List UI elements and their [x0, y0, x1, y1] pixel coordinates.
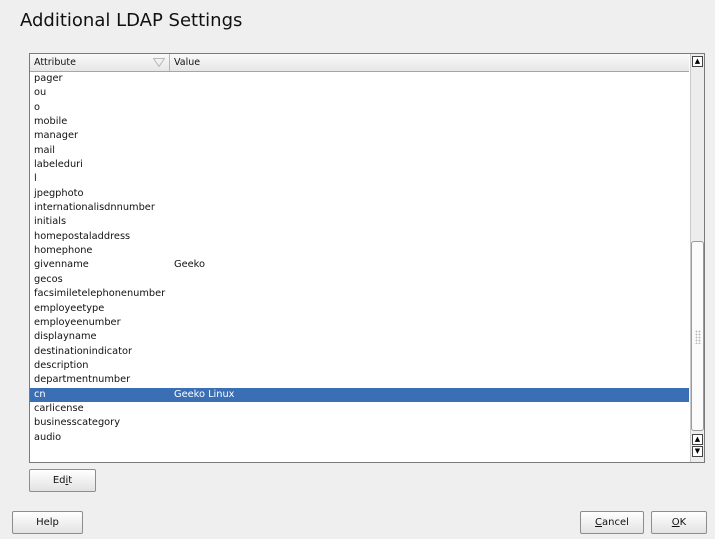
dialog-title: Additional LDAP Settings [20, 10, 243, 31]
column-header-attribute[interactable]: Attribute [30, 54, 170, 71]
attribute-cell: mail [34, 144, 55, 156]
edit-button[interactable]: Edit [29, 469, 96, 492]
attribute-cell: gecos [34, 273, 63, 285]
attribute-cell: displayname [34, 331, 97, 343]
table-row[interactable]: pager [30, 72, 689, 86]
table-row[interactable]: gecos [30, 273, 689, 287]
scroll-up-button-lower[interactable]: ▲ [692, 434, 703, 445]
table-row[interactable]: homephone [30, 244, 689, 258]
attribute-cell: ou [34, 87, 47, 99]
attribute-cell: o [34, 101, 40, 113]
attribute-cell: labeleduri [34, 159, 83, 171]
attribute-cell: departmentnumber [34, 374, 131, 386]
attribute-cell: givenname [34, 259, 89, 271]
attribute-cell: description [34, 359, 89, 371]
table-row[interactable]: labeleduri [30, 158, 689, 172]
column-header-value[interactable]: Value [170, 54, 689, 71]
table-body: pager ou o mobile manager mail labeleduri l jpeg… [30, 72, 689, 445]
table-row[interactable]: manager [30, 129, 689, 143]
table-row[interactable]: mail [30, 144, 689, 158]
ldap-attributes-table[interactable]: Attribute Value pager ou o mobile manager mai… [29, 53, 705, 463]
table-row[interactable]: mobile [30, 115, 689, 129]
attribute-cell: employeetype [34, 302, 105, 314]
table-row[interactable]: description [30, 359, 689, 373]
attribute-cell: internationalisdnnumber [34, 202, 155, 214]
attribute-cell: mobile [34, 116, 68, 128]
table-row[interactable]: departmentnumber [30, 373, 689, 387]
table-row[interactable]: givenname Geeko [30, 258, 689, 272]
help-button-label: Help [36, 517, 59, 528]
help-button[interactable]: Help [12, 511, 83, 534]
ok-button-mnemonic: O [671, 517, 680, 528]
table-row[interactable]: destinationindicator [30, 345, 689, 359]
table-row[interactable]: audio [30, 431, 689, 445]
edit-button-label-end: t [68, 475, 73, 486]
cancel-button-label: ancel [602, 517, 629, 528]
cancel-button-mnemonic: C [595, 517, 603, 528]
column-header-value-label: Value [174, 57, 201, 68]
arrow-up-icon: ▲ [694, 57, 701, 65]
table-row[interactable]: cn Geeko Linux [30, 387, 689, 402]
attribute-cell: destinationindicator [34, 345, 133, 357]
table-row[interactable]: employeetype [30, 302, 689, 316]
column-header-attribute-label: Attribute [34, 57, 76, 68]
cancel-button[interactable]: Cancel [580, 511, 644, 534]
table-row[interactable]: o [30, 101, 689, 115]
value-cell: Geeko [174, 259, 205, 271]
table-row[interactable]: initials [30, 215, 689, 229]
sort-descending-icon [153, 58, 165, 67]
attribute-cell: businesscategory [34, 417, 120, 429]
table-row[interactable]: facsimiletelephonenumber [30, 287, 689, 301]
ok-button[interactable]: OK [651, 511, 707, 534]
table-row[interactable]: internationalisdnnumber [30, 201, 689, 215]
attribute-cell: cn [34, 388, 46, 400]
value-cell: Geeko Linux [174, 388, 235, 400]
attribute-cell: homephone [34, 245, 93, 257]
attribute-cell: l [34, 173, 37, 185]
table-row[interactable]: employeenumber [30, 316, 689, 330]
attribute-cell: audio [34, 431, 62, 443]
scrollbar-thumb[interactable] [691, 241, 704, 431]
attribute-cell: manager [34, 130, 79, 142]
attribute-cell: jpegphoto [34, 187, 84, 199]
table-row[interactable]: carlicense [30, 402, 689, 416]
attribute-cell: pager [34, 73, 63, 84]
table-row[interactable]: businesscategory [30, 416, 689, 430]
edit-button-label-start: Ed [52, 475, 66, 486]
table-row[interactable]: jpegphoto [30, 187, 689, 201]
ok-button-label: K [679, 517, 687, 528]
table-row[interactable]: homepostaladdress [30, 230, 689, 244]
table-row[interactable]: displayname [30, 330, 689, 344]
scroll-up-button[interactable]: ▲ [692, 56, 703, 67]
table-header: Attribute Value [30, 54, 689, 72]
attribute-cell: carlicense [34, 402, 84, 414]
attribute-cell: initials [34, 216, 67, 228]
arrow-up-icon: ▲ [694, 435, 701, 443]
table-row[interactable]: l [30, 172, 689, 186]
table-row[interactable]: ou [30, 86, 689, 100]
grip-icon [695, 330, 701, 344]
arrow-down-icon: ▼ [694, 447, 701, 455]
attribute-cell: facsimiletelephonenumber [34, 288, 166, 300]
scroll-down-button[interactable]: ▼ [692, 446, 703, 457]
attribute-cell: employeenumber [34, 316, 121, 328]
attribute-cell: homepostaladdress [34, 230, 131, 242]
vertical-scrollbar[interactable]: ▲ ▲ ▼ [690, 54, 704, 462]
